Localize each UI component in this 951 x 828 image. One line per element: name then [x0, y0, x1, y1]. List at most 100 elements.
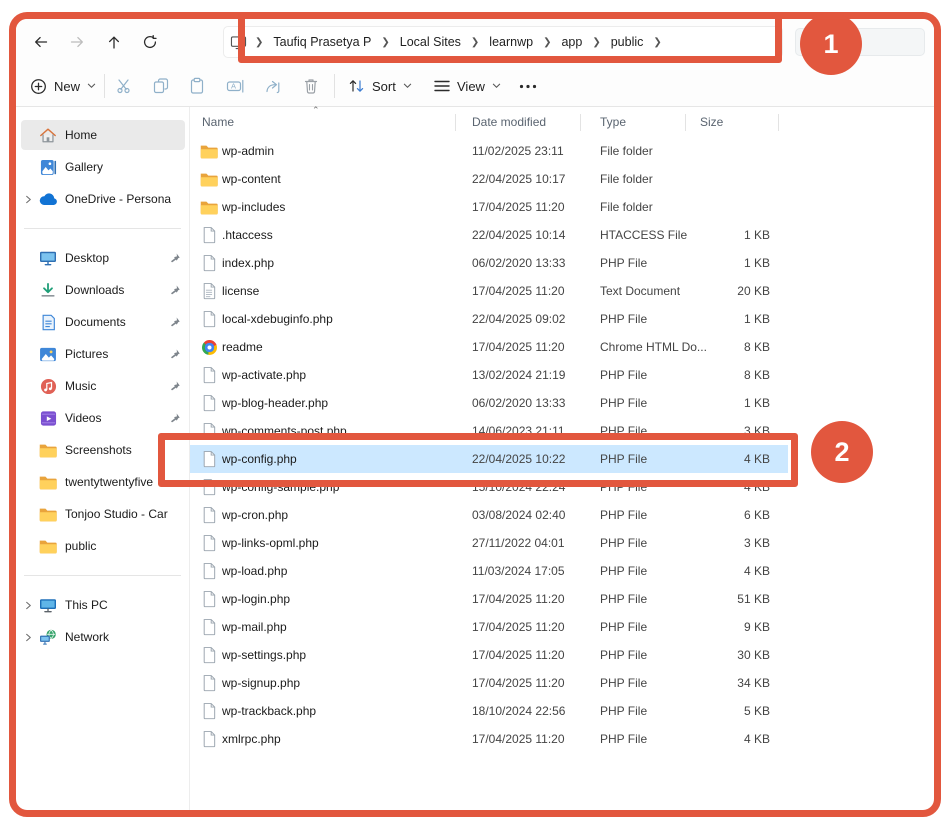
address-bar[interactable]: ❯ Taufiq Prasetya P❯Local Sites❯learnwp❯…: [223, 26, 783, 58]
file-icon: [200, 562, 218, 581]
cut-button[interactable]: [115, 73, 133, 99]
copy-button[interactable]: [152, 73, 170, 99]
share-button[interactable]: [264, 73, 282, 99]
file-row-xmlrpc-php[interactable]: xmlrpc.php17/04/2025 11:20PHP File4 KB: [190, 725, 788, 753]
file-row-wp-load-php[interactable]: wp-load.php11/03/2024 17:05PHP File4 KB: [190, 557, 788, 585]
sidebar-item-tonjoo-studio-car[interactable]: Tonjoo Studio - Car: [16, 498, 189, 530]
file-row-wp-config-sample-php[interactable]: wp-config-sample.php15/10/2024 22:24PHP …: [190, 473, 788, 501]
file-type: Text Document: [600, 284, 680, 298]
sidebar-item-network[interactable]: Network: [16, 621, 189, 653]
svg-text:A: A: [231, 82, 236, 91]
file-type: PHP File: [600, 452, 647, 466]
breadcrumb: Taufiq Prasetya P❯Local Sites❯learnwp❯ap…: [269, 35, 667, 49]
file-name: wp-comments-post.php: [222, 424, 347, 438]
file-row-wp-config-php[interactable]: wp-config.php22/04/2025 10:22PHP File4 K…: [190, 445, 788, 473]
sidebar-item-twentytwentyfive[interactable]: twentytwentyfive: [16, 466, 189, 498]
file-row-local-xdebuginfo-php[interactable]: local-xdebuginfo.php22/04/2025 09:02PHP …: [190, 305, 788, 333]
column-header-type[interactable]: Type: [600, 115, 626, 129]
file-size: 9 KB: [695, 620, 770, 634]
file-icon: [200, 226, 218, 245]
column-divider[interactable]: [685, 114, 686, 131]
chevron-right-icon[interactable]: [20, 195, 36, 204]
file-name: wp-activate.php: [222, 368, 306, 382]
breadcrumb-chevron-icon[interactable]: ❯: [537, 37, 557, 48]
file-row-license[interactable]: license17/04/2025 11:20Text Document20 K…: [190, 277, 788, 305]
sidebar-item-desktop[interactable]: Desktop: [16, 242, 189, 274]
paste-button[interactable]: [188, 73, 206, 99]
delete-button[interactable]: [302, 73, 320, 99]
new-button[interactable]: New: [30, 73, 96, 99]
copy-icon: [152, 77, 170, 95]
file-row-index-php[interactable]: index.php06/02/2020 13:33PHP File1 KB: [190, 249, 788, 277]
column-divider[interactable]: [580, 114, 581, 131]
column-divider[interactable]: [778, 114, 779, 131]
chevron-right-icon[interactable]: [20, 601, 36, 610]
file-row-wp-content[interactable]: wp-content22/04/2025 10:17File folder: [190, 165, 788, 193]
column-header-size[interactable]: Size: [700, 115, 723, 129]
file-row-wp-mail-php[interactable]: wp-mail.php17/04/2025 11:20PHP File9 KB: [190, 613, 788, 641]
refresh-icon[interactable]: [139, 31, 161, 53]
file-icon: [200, 450, 218, 469]
folder-icon: [38, 505, 58, 523]
column-header-name[interactable]: Name: [202, 115, 234, 129]
file-type: Chrome HTML Do...: [600, 340, 707, 354]
file-row-readme[interactable]: readme17/04/2025 11:20Chrome HTML Do...8…: [190, 333, 788, 361]
file-row-wp-includes[interactable]: wp-includes17/04/2025 11:20File folder: [190, 193, 788, 221]
breadcrumb-segment[interactable]: learnwp: [485, 35, 537, 49]
file-size: 4 KB: [695, 480, 770, 494]
file-type: HTACCESS File: [600, 228, 687, 242]
view-list-icon: [434, 79, 450, 93]
sort-button[interactable]: Sort: [348, 73, 412, 99]
file-row-wp-login-php[interactable]: wp-login.php17/04/2025 11:20PHP File51 K…: [190, 585, 788, 613]
chevron-right-icon[interactable]: [20, 633, 36, 642]
rename-button[interactable]: A: [226, 73, 245, 99]
file-icon: [200, 506, 218, 525]
forward-icon[interactable]: [66, 31, 88, 53]
file-row-wp-trackback-php[interactable]: wp-trackback.php18/10/2024 22:56PHP File…: [190, 697, 788, 725]
file-row-wp-links-opml-php[interactable]: wp-links-opml.php27/11/2022 04:01PHP Fil…: [190, 529, 788, 557]
breadcrumb-segment[interactable]: app: [557, 35, 586, 49]
sidebar-item-documents[interactable]: Documents: [16, 306, 189, 338]
sort-icon: [348, 78, 365, 94]
sidebar-item-label: Screenshots: [65, 443, 189, 457]
sidebar-item-music[interactable]: Music: [16, 370, 189, 402]
file-type: PHP File: [600, 592, 647, 606]
more-options-button[interactable]: [519, 73, 537, 99]
file-row-wp-settings-php[interactable]: wp-settings.php17/04/2025 11:20PHP File3…: [190, 641, 788, 669]
sidebar-item-screenshots[interactable]: Screenshots: [16, 434, 189, 466]
back-icon[interactable]: [29, 31, 51, 53]
breadcrumb-chevron-icon[interactable]: ❯: [375, 37, 395, 48]
file-row--htaccess[interactable]: .htaccess22/04/2025 10:14HTACCESS File1 …: [190, 221, 788, 249]
breadcrumb-chevron-icon[interactable]: ❯: [647, 37, 667, 48]
breadcrumb-segment[interactable]: Taufiq Prasetya P: [269, 35, 375, 49]
sidebar-item-videos[interactable]: Videos: [16, 402, 189, 434]
sidebar-item-pictures[interactable]: Pictures: [16, 338, 189, 370]
file-row-wp-cron-php[interactable]: wp-cron.php03/08/2024 02:40PHP File6 KB: [190, 501, 788, 529]
file-row-wp-admin[interactable]: wp-admin11/02/2025 23:11File folder: [190, 137, 788, 165]
sidebar-item-this-pc[interactable]: This PC: [16, 589, 189, 621]
file-row-wp-blog-header-php[interactable]: wp-blog-header.php06/02/2020 13:33PHP Fi…: [190, 389, 788, 417]
breadcrumb-segment[interactable]: public: [607, 35, 648, 49]
column-divider[interactable]: [455, 114, 456, 131]
sidebar-item-downloads[interactable]: Downloads: [16, 274, 189, 306]
file-date-modified: 22/04/2025 10:14: [472, 228, 565, 242]
file-row-wp-signup-php[interactable]: wp-signup.php17/04/2025 11:20PHP File34 …: [190, 669, 788, 697]
file-name: wp-signup.php: [222, 676, 300, 690]
sidebar-item-public[interactable]: public: [16, 530, 189, 562]
sidebar-item-onedrive-persona[interactable]: OneDrive - Persona: [16, 183, 189, 215]
sidebar-item-label: OneDrive - Persona: [65, 192, 189, 206]
up-icon[interactable]: [103, 31, 125, 53]
column-header-date-modified[interactable]: Date modified: [472, 115, 546, 129]
sidebar-item-home[interactable]: Home: [16, 119, 189, 151]
breadcrumb-chevron-icon[interactable]: ❯: [465, 37, 485, 48]
file-row-wp-activate-php[interactable]: wp-activate.php13/02/2024 21:19PHP File8…: [190, 361, 788, 389]
breadcrumb-segment[interactable]: Local Sites: [396, 35, 465, 49]
file-size: 30 KB: [695, 648, 770, 662]
sidebar-item-gallery[interactable]: Gallery: [16, 151, 189, 183]
file-size: 1 KB: [695, 312, 770, 326]
file-icon: [200, 590, 218, 609]
view-button[interactable]: View: [434, 73, 501, 99]
breadcrumb-chevron-icon[interactable]: ❯: [586, 37, 606, 48]
file-name: wp-trackback.php: [222, 704, 316, 718]
file-row-wp-comments-post-php[interactable]: wp-comments-post.php14/06/2023 21:11PHP …: [190, 417, 788, 445]
